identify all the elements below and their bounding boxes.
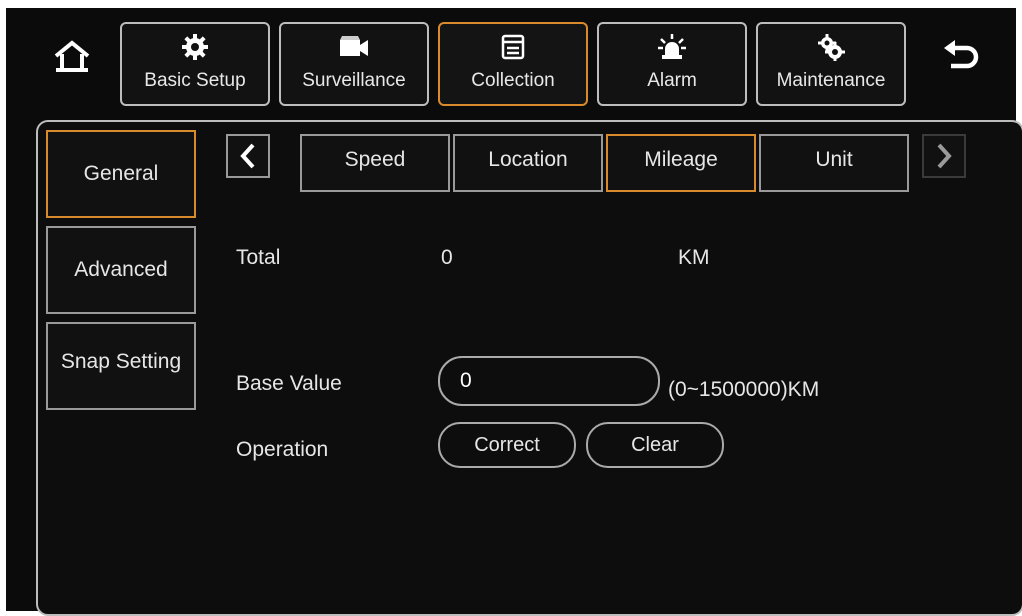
subtab-prev-button[interactable]	[226, 134, 270, 178]
base-value-range: (0~1500000)KM	[668, 378, 820, 401]
subtab-mileage[interactable]: Mileage	[606, 134, 756, 192]
sidebar-item-advanced[interactable]: Advanced	[46, 226, 196, 314]
sidebar-item-general[interactable]: General	[46, 130, 196, 218]
base-value-label: Base Value	[236, 372, 342, 395]
subtab-unit[interactable]: Unit	[759, 134, 909, 192]
app-screen: Basic Setup Surveillance Collection Alar…	[6, 8, 1022, 616]
clear-button[interactable]: Clear	[586, 422, 724, 468]
home-icon	[54, 40, 90, 72]
subtab-label: Unit	[815, 148, 853, 171]
main-panel: General Advanced Snap Setting Speed Loca…	[36, 120, 1022, 616]
subtab-label: Mileage	[644, 148, 718, 171]
base-value-text: 0	[460, 369, 472, 392]
tab-alarm[interactable]: Alarm	[597, 22, 747, 106]
camera-icon	[338, 32, 370, 62]
sidebar-item-snap-setting[interactable]: Snap Setting	[46, 322, 196, 410]
tab-label: Basic Setup	[144, 70, 246, 91]
tab-label: Maintenance	[776, 70, 886, 91]
sidebar-item-label: Advanced	[74, 258, 168, 281]
total-value: 0	[441, 246, 453, 269]
tab-label: Alarm	[647, 70, 697, 91]
document-icon	[501, 32, 525, 62]
siren-icon	[657, 32, 687, 62]
chevron-left-icon	[240, 143, 255, 169]
tab-label: Surveillance	[302, 70, 406, 91]
total-unit: KM	[678, 246, 710, 269]
tab-basic-setup[interactable]: Basic Setup	[120, 22, 270, 106]
base-value-input[interactable]: 0	[438, 356, 660, 406]
tab-collection[interactable]: Collection	[438, 22, 588, 106]
tab-label: Collection	[471, 70, 555, 91]
chevron-right-icon	[937, 143, 952, 169]
total-label: Total	[236, 246, 281, 269]
subtab-speed[interactable]: Speed	[300, 134, 450, 192]
tab-maintenance[interactable]: Maintenance	[756, 22, 906, 106]
subtab-next-button[interactable]	[922, 134, 966, 178]
sidebar-item-label: General	[83, 162, 159, 185]
subtab-label: Speed	[344, 148, 406, 171]
subtab-location[interactable]: Location	[453, 134, 603, 192]
gear-icon	[181, 32, 209, 62]
correct-button[interactable]: Correct	[438, 422, 576, 468]
gears-icon	[816, 32, 846, 62]
operation-label: Operation	[236, 438, 329, 461]
tab-surveillance[interactable]: Surveillance	[279, 22, 429, 106]
correct-button-label: Correct	[474, 433, 540, 456]
clear-button-label: Clear	[631, 433, 679, 456]
back-button[interactable]	[936, 30, 988, 82]
home-button[interactable]	[46, 30, 98, 82]
sidebar-item-label: Snap Setting	[60, 350, 182, 373]
subtab-label: Location	[488, 148, 568, 171]
back-icon	[944, 40, 979, 69]
